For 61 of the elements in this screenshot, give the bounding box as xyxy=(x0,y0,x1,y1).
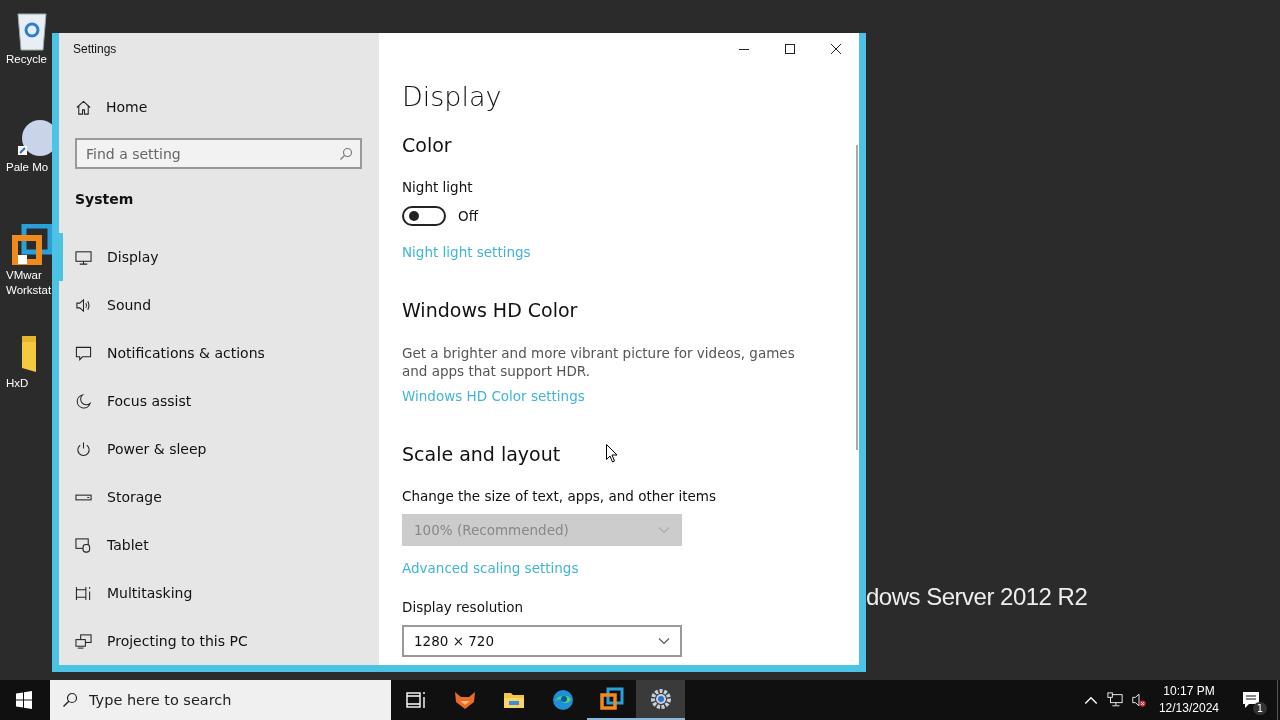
taskbar-search-field[interactable]: Type here to search xyxy=(50,680,391,720)
desktop-icon-label[interactable]: HxD xyxy=(6,376,29,391)
section-heading: Windows HD Color xyxy=(402,298,578,323)
toggle-state-text: Off xyxy=(458,208,478,224)
desktop-icon-label[interactable]: Recycle xyxy=(6,52,47,67)
clock-date: 12/13/2024 xyxy=(1158,700,1219,717)
power-icon xyxy=(75,440,92,458)
vm-app-icon xyxy=(599,687,624,711)
nav-item[interactable]: Sound xyxy=(59,281,379,329)
os-branding-text: dows Server 2012 R2 xyxy=(866,582,1088,612)
page-title: Display xyxy=(402,80,502,114)
clock-time: 10:17 PM xyxy=(1163,683,1215,700)
gear-icon xyxy=(648,687,673,711)
description-text: Get a brighter and more vibrant picture for videos, games and apps that support HDR. xyxy=(402,344,796,380)
section-heading: System xyxy=(75,190,134,209)
projector-screen-icon xyxy=(75,632,92,650)
notification-center-button[interactable]: 1 xyxy=(1229,680,1273,720)
nav-item[interactable]: Display xyxy=(59,233,379,281)
window-title: Settings xyxy=(73,42,118,57)
search-icon xyxy=(339,147,353,161)
nav-item[interactable]: Notifications & actions xyxy=(59,329,379,377)
message-icon xyxy=(1241,690,1261,710)
toggle-switch[interactable] xyxy=(402,206,446,226)
show-desktop-button[interactable] xyxy=(1277,680,1280,720)
section-heading: Color xyxy=(402,133,452,158)
chevron-down-icon xyxy=(658,637,670,645)
setting-label: Change the size of text, apps, and other items xyxy=(402,487,716,505)
tablet-touch-icon xyxy=(75,536,92,554)
scrollbar[interactable] xyxy=(856,145,858,450)
close-button[interactable] xyxy=(830,43,842,55)
nav-item[interactable]: Projecting to this PC xyxy=(59,617,379,665)
dropdown[interactable]: 1280 × 720 xyxy=(402,625,682,657)
nav-item[interactable]: Storage xyxy=(59,473,379,521)
nav-item[interactable]: Multitasking xyxy=(59,569,379,617)
desktop-icon-label[interactable]: Pale Mo xyxy=(6,160,49,175)
muted-speaker-icon[interactable] xyxy=(1130,692,1147,708)
home-nav-item[interactable]: Home xyxy=(73,96,148,118)
multitasking-icon xyxy=(75,584,92,602)
network-icon[interactable] xyxy=(1106,692,1123,708)
browser-icon xyxy=(550,688,575,712)
maximize-button[interactable] xyxy=(784,43,796,55)
nav-item[interactable]: Focus assist xyxy=(59,377,379,425)
nav-item[interactable]: Tablet xyxy=(59,521,379,569)
setting-label: Night light xyxy=(402,178,473,196)
folder-icon xyxy=(22,336,36,372)
speech-bubble-icon xyxy=(75,344,92,362)
moon-icon xyxy=(75,392,92,410)
desktop-icon-label[interactable]: VMwar xyxy=(6,268,42,283)
setting-label: Display resolution xyxy=(402,598,524,616)
search-field[interactable]: Find a setting xyxy=(75,138,362,169)
mouse-pointer-icon xyxy=(606,444,618,463)
notification-count-badge: 1 xyxy=(1252,702,1267,715)
nav-item[interactable]: Power & sleep xyxy=(59,425,379,473)
desktop-icon-label[interactable]: Workstat xyxy=(6,283,52,298)
home-icon xyxy=(75,98,92,116)
monitor-icon xyxy=(75,248,92,266)
taskbar-app-button[interactable] xyxy=(636,680,685,720)
section-heading: Scale and layout xyxy=(402,442,561,467)
speaker-icon xyxy=(75,296,92,314)
clock[interactable]: 10:17 PM 12/13/2024 xyxy=(1158,683,1219,717)
chevron-down-icon xyxy=(658,526,670,534)
